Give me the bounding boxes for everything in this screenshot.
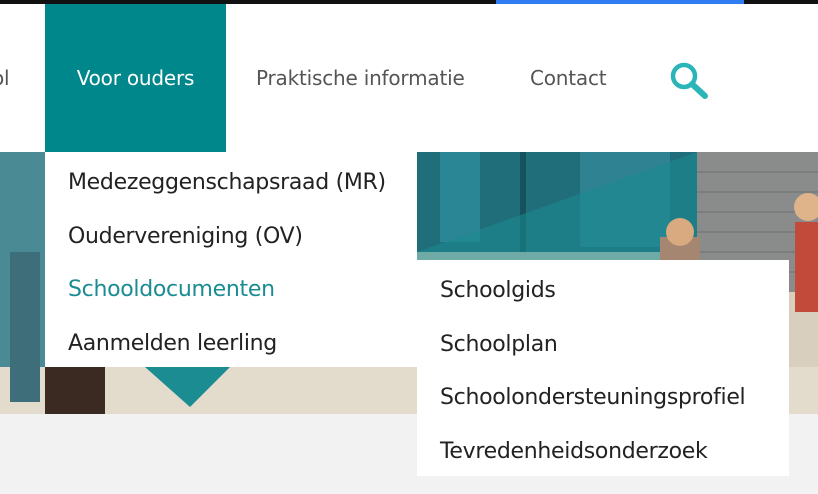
nav-item-contact[interactable]: Contact xyxy=(530,4,607,152)
submenu-item-schoolplan[interactable]: Schoolplan xyxy=(417,318,789,372)
dropdown-item-medezeggenschapsraad[interactable]: Medezeggenschapsraad (MR) xyxy=(45,156,417,210)
main-navigation: ol Voor ouders Praktische informatie Con… xyxy=(0,4,818,152)
nav-item-voor-ouders[interactable]: Voor ouders xyxy=(45,4,226,152)
schooldocumenten-submenu: Schoolgids Schoolplan Schoolondersteunin… xyxy=(417,260,789,476)
nav-item-school-partial[interactable]: ol xyxy=(0,4,10,152)
submenu-item-schoolondersteuningsprofiel[interactable]: Schoolondersteuningsprofiel xyxy=(417,371,789,425)
search-icon[interactable] xyxy=(668,60,712,100)
nav-item-praktische-informatie[interactable]: Praktische informatie xyxy=(256,4,465,152)
submenu-item-tevredenheidsonderzoek[interactable]: Tevredenheidsonderzoek xyxy=(417,425,789,479)
dropdown-item-aanmelden-leerling[interactable]: Aanmelden leerling xyxy=(45,317,417,371)
voor-ouders-dropdown: Medezeggenschapsraad (MR) Ouderverenigin… xyxy=(45,152,417,367)
dropdown-item-schooldocumenten[interactable]: Schooldocumenten xyxy=(45,263,417,317)
dropdown-item-oudervereniging[interactable]: Oudervereniging (OV) xyxy=(45,210,417,264)
submenu-item-schoolgids[interactable]: Schoolgids xyxy=(417,264,789,318)
